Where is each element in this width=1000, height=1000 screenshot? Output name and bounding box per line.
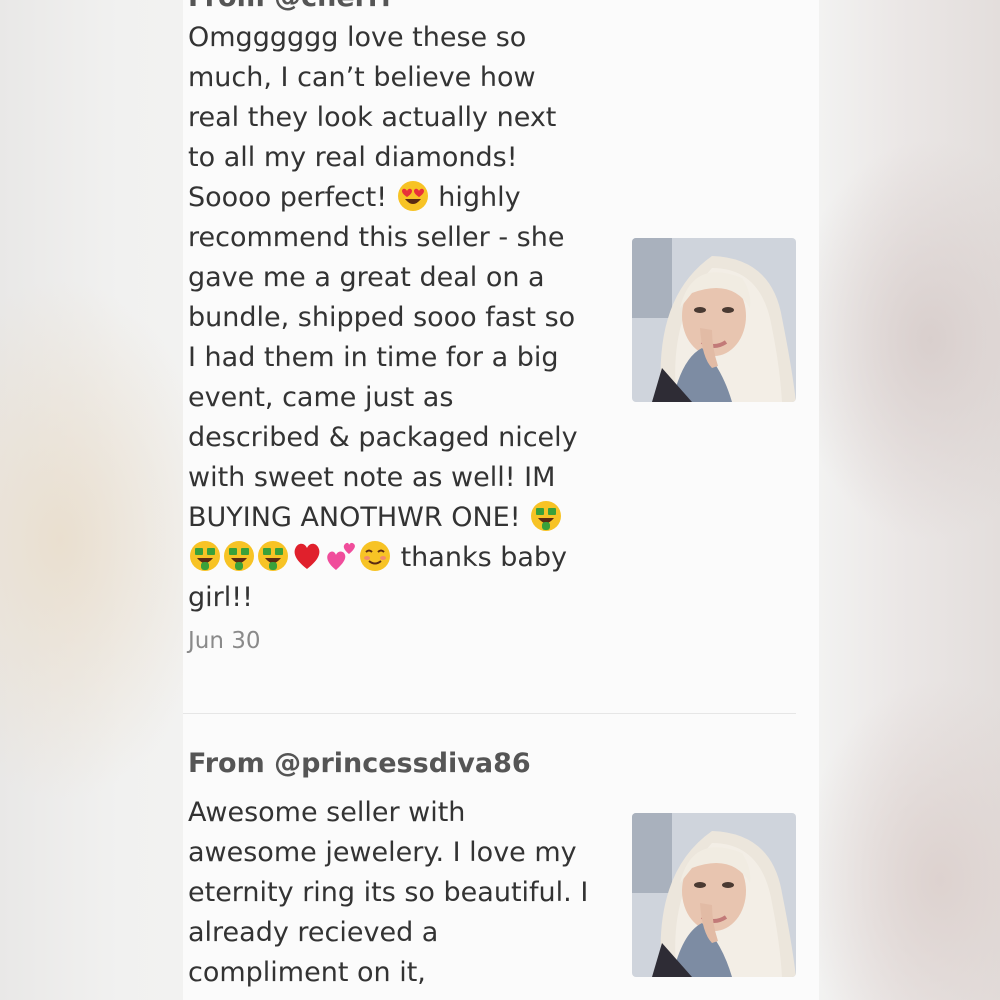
review-text: Omgggggg love these so much, I can’t beli… xyxy=(188,22,578,613)
seller-avatar-photo[interactable] xyxy=(632,238,796,402)
review-text: Awesome seller with awesome jewelery. I l… xyxy=(188,797,589,988)
money-mouth-emoji xyxy=(258,541,288,571)
money-mouth-emoji xyxy=(531,501,562,531)
review-date: Jun 30 xyxy=(188,628,261,654)
review-author[interactable]: From @princessdiva86 xyxy=(188,748,531,779)
heart-eyes-emoji xyxy=(397,181,428,211)
red-heart-emoji xyxy=(294,543,320,569)
review-author[interactable]: From @cherrr xyxy=(188,0,395,13)
money-mouth-emoji xyxy=(224,541,254,571)
smiling-blush-emoji xyxy=(360,541,390,571)
seller-avatar-photo[interactable] xyxy=(632,813,796,977)
money-mouth-emoji xyxy=(190,541,220,571)
two-hearts-emoji xyxy=(327,542,355,570)
reviews-panel: From @cherrr Omgggggg love these somuch,… xyxy=(183,0,819,1000)
review-divider xyxy=(183,713,796,714)
